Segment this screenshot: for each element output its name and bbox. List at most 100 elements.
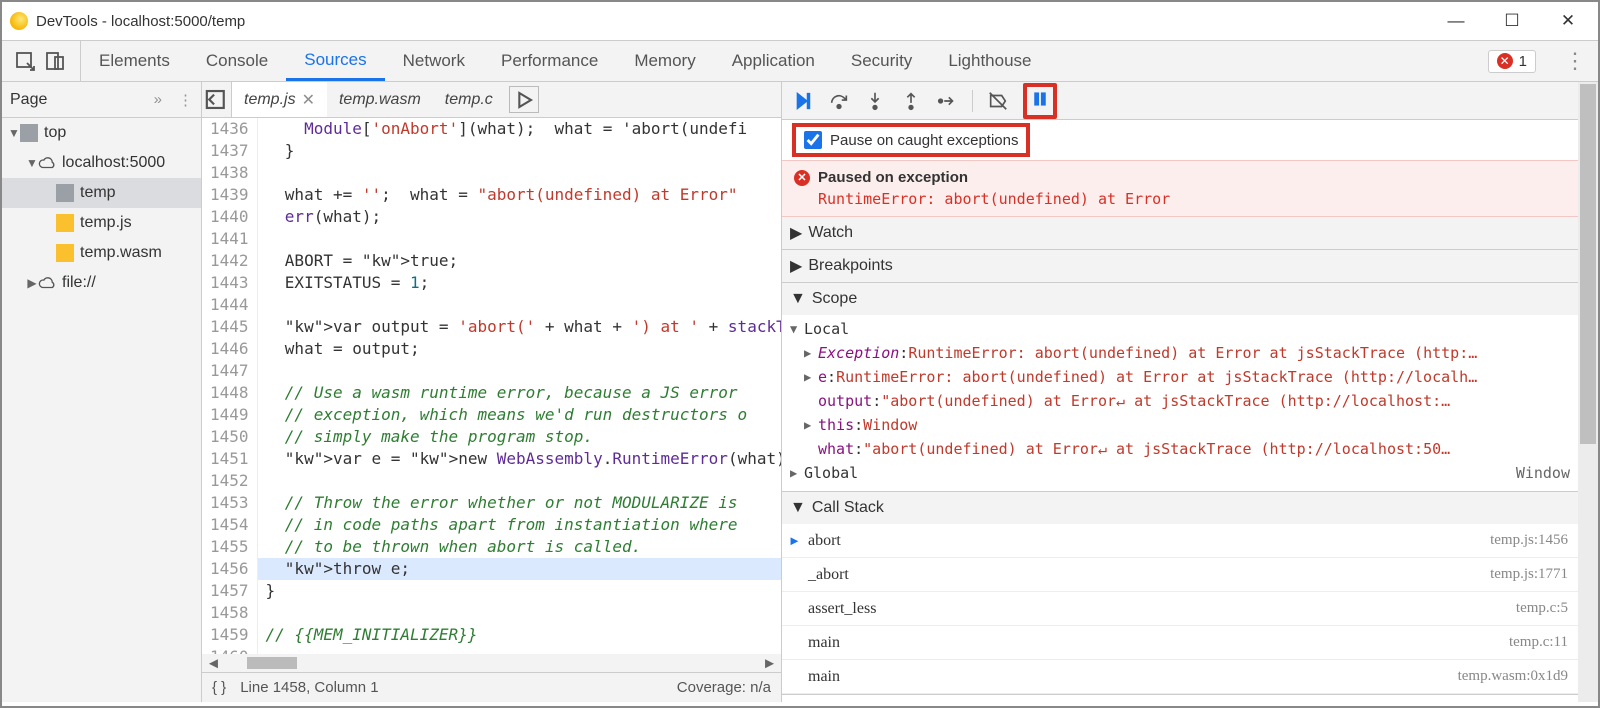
tree-item[interactable]: ▶file://	[2, 268, 201, 298]
devtools-icon	[10, 12, 28, 30]
scope-variable[interactable]: ▶Exception: RuntimeError: abort(undefine…	[790, 341, 1578, 365]
inspect-icon[interactable]	[14, 50, 36, 72]
breakpoints-section[interactable]: ▶Breakpoints	[782, 250, 1578, 282]
callstack-section[interactable]: ▼Call Stack	[782, 492, 1578, 524]
editor-tabs: temp.js✕temp.wasmtemp.c	[202, 82, 781, 118]
scope-variable[interactable]: ▶e: RuntimeError: abort(undefined) at Er…	[790, 365, 1578, 389]
scope-variable[interactable]: ▶this: Window	[790, 413, 1578, 437]
code-line[interactable]	[258, 360, 781, 382]
tree-item[interactable]: temp.js	[2, 208, 201, 238]
code-editor[interactable]: 1436143714381439144014411442144314441445…	[202, 118, 781, 654]
tab-console[interactable]: Console	[188, 41, 286, 81]
title-bar: DevTools - localhost:5000/temp — ☐ ✕	[2, 2, 1598, 40]
error-count: 1	[1519, 53, 1527, 70]
scope-label: Scope	[812, 290, 857, 308]
code-line[interactable]: // Use a wasm runtime error, because a J…	[258, 382, 781, 404]
code-line[interactable]: }	[258, 140, 781, 162]
scope-section[interactable]: ▼Scope	[782, 283, 1578, 315]
debugger-panel: Pause on caught exceptions ✕Paused on ex…	[782, 82, 1598, 702]
editor-h-scrollbar[interactable]: ◄►	[202, 654, 781, 672]
pause-on-caught-checkbox[interactable]	[804, 131, 822, 149]
minimize-button[interactable]: —	[1434, 6, 1478, 36]
code-line[interactable]: // simply make the program stop.	[258, 426, 781, 448]
scope-body: ▼Local▶Exception: RuntimeError: abort(un…	[782, 315, 1578, 491]
editor-panel: temp.js✕temp.wasmtemp.c 1436143714381439…	[202, 82, 782, 702]
run-snippet-icon[interactable]	[509, 86, 539, 113]
code-line[interactable]: // exception, which means we'd run destr…	[258, 404, 781, 426]
navigator-more-icon[interactable]: »	[154, 91, 162, 108]
deactivate-breakpoints-icon[interactable]	[987, 90, 1009, 112]
code-line[interactable]	[258, 470, 781, 492]
tab-sources[interactable]: Sources	[286, 41, 384, 81]
code-line[interactable]	[258, 162, 781, 184]
error-indicator[interactable]: ✕ 1	[1488, 50, 1536, 73]
pause-on-caught-row: Pause on caught exceptions	[782, 120, 1578, 160]
code-line[interactable]: "kw">throw e;	[258, 558, 781, 580]
watch-section[interactable]: ▶Watch	[782, 217, 1578, 249]
code-line[interactable]: }	[258, 580, 781, 602]
code-line[interactable]: ABORT = "kw">true;	[258, 250, 781, 272]
code-line[interactable]: // to be thrown when abort is called.	[258, 536, 781, 558]
tab-network[interactable]: Network	[385, 41, 483, 81]
code-line[interactable]	[258, 602, 781, 624]
code-line[interactable]: what += ''; what = "abort(undefined) at …	[258, 184, 781, 206]
code-line[interactable]	[258, 228, 781, 250]
scope-variable[interactable]: output: "abort(undefined) at Error↵ at j…	[790, 389, 1578, 413]
navigator-label: Page	[10, 91, 47, 109]
resume-icon[interactable]	[792, 90, 814, 112]
pretty-print-icon[interactable]: { }	[212, 679, 226, 696]
close-button[interactable]: ✕	[1546, 6, 1590, 36]
code-line[interactable]: // Throw the error whether or not MODULA…	[258, 492, 781, 514]
scope-variable[interactable]: what: "abort(undefined) at Error↵ at jsS…	[790, 437, 1578, 461]
tab-memory[interactable]: Memory	[616, 41, 713, 81]
code-line[interactable]: "kw">var output = 'abort(' + what + ') a…	[258, 316, 781, 338]
tree-item[interactable]: temp.wasm	[2, 238, 201, 268]
code-line[interactable]: what = output;	[258, 338, 781, 360]
code-line[interactable]: // in code paths apart from instantiatio…	[258, 514, 781, 536]
tree-item[interactable]: ▼localhost:5000	[2, 148, 201, 178]
callstack-label: Call Stack	[812, 499, 884, 517]
callstack-frame[interactable]: maintemp.wasm:0x1d9	[782, 660, 1578, 694]
tab-security[interactable]: Security	[833, 41, 930, 81]
step-out-icon[interactable]	[900, 90, 922, 112]
close-tab-icon[interactable]: ✕	[302, 90, 315, 110]
code-line[interactable]: EXITSTATUS = 1;	[258, 272, 781, 294]
code-line[interactable]	[258, 294, 781, 316]
scope-global[interactable]: ▶GlobalWindow	[790, 461, 1578, 485]
tab-lighthouse[interactable]: Lighthouse	[930, 41, 1049, 81]
exception-message: RuntimeError: abort(undefined) at Error	[794, 190, 1566, 208]
tab-elements[interactable]: Elements	[81, 41, 188, 81]
code-line[interactable]	[258, 646, 781, 654]
callstack-frame[interactable]: assert_lesstemp.c:5	[782, 592, 1578, 626]
editor-tab[interactable]: temp.js✕	[232, 82, 327, 117]
tab-nav-icon[interactable]	[202, 82, 232, 117]
more-icon[interactable]: ⋮	[1564, 48, 1586, 74]
tree-item[interactable]: temp	[2, 178, 201, 208]
scope-local[interactable]: ▼Local	[790, 317, 1578, 341]
callstack-frame[interactable]: aborttemp.js:1456	[782, 524, 1578, 558]
editor-tab[interactable]: temp.wasm	[327, 82, 433, 117]
editor-tab[interactable]: temp.c	[433, 82, 505, 117]
navigator-menu-icon[interactable]: ⋮	[178, 91, 193, 109]
file-tree: ▼top▼localhost:5000temptemp.jstemp.wasm▶…	[2, 118, 201, 702]
code-line[interactable]: // {{MEM_INITIALIZER}}	[258, 624, 781, 646]
step-icon[interactable]	[936, 90, 958, 112]
watch-label: Watch	[808, 224, 853, 242]
code-line[interactable]: "kw">var e = "kw">new WebAssembly.Runtim…	[258, 448, 781, 470]
callstack-frame[interactable]: _aborttemp.js:1771	[782, 558, 1578, 592]
debugger-scrollbar[interactable]	[1578, 82, 1598, 702]
callstack-body: aborttemp.js:1456_aborttemp.js:1771asser…	[782, 524, 1578, 694]
step-into-icon[interactable]	[864, 90, 886, 112]
step-over-icon[interactable]	[828, 90, 850, 112]
callstack-frame[interactable]: maintemp.c:11	[782, 626, 1578, 660]
cursor-position: Line 1458, Column 1	[240, 679, 378, 696]
code-line[interactable]: err(what);	[258, 206, 781, 228]
editor-status-bar: { } Line 1458, Column 1 Coverage: n/a	[202, 672, 781, 702]
pause-exceptions-button[interactable]	[1023, 83, 1057, 119]
tab-application[interactable]: Application	[714, 41, 833, 81]
device-toggle-icon[interactable]	[44, 50, 66, 72]
tab-performance[interactable]: Performance	[483, 41, 616, 81]
maximize-button[interactable]: ☐	[1490, 6, 1534, 36]
code-line[interactable]: Module['onAbort'](what); what = 'abort(u…	[258, 118, 781, 140]
tree-item[interactable]: ▼top	[2, 118, 201, 148]
